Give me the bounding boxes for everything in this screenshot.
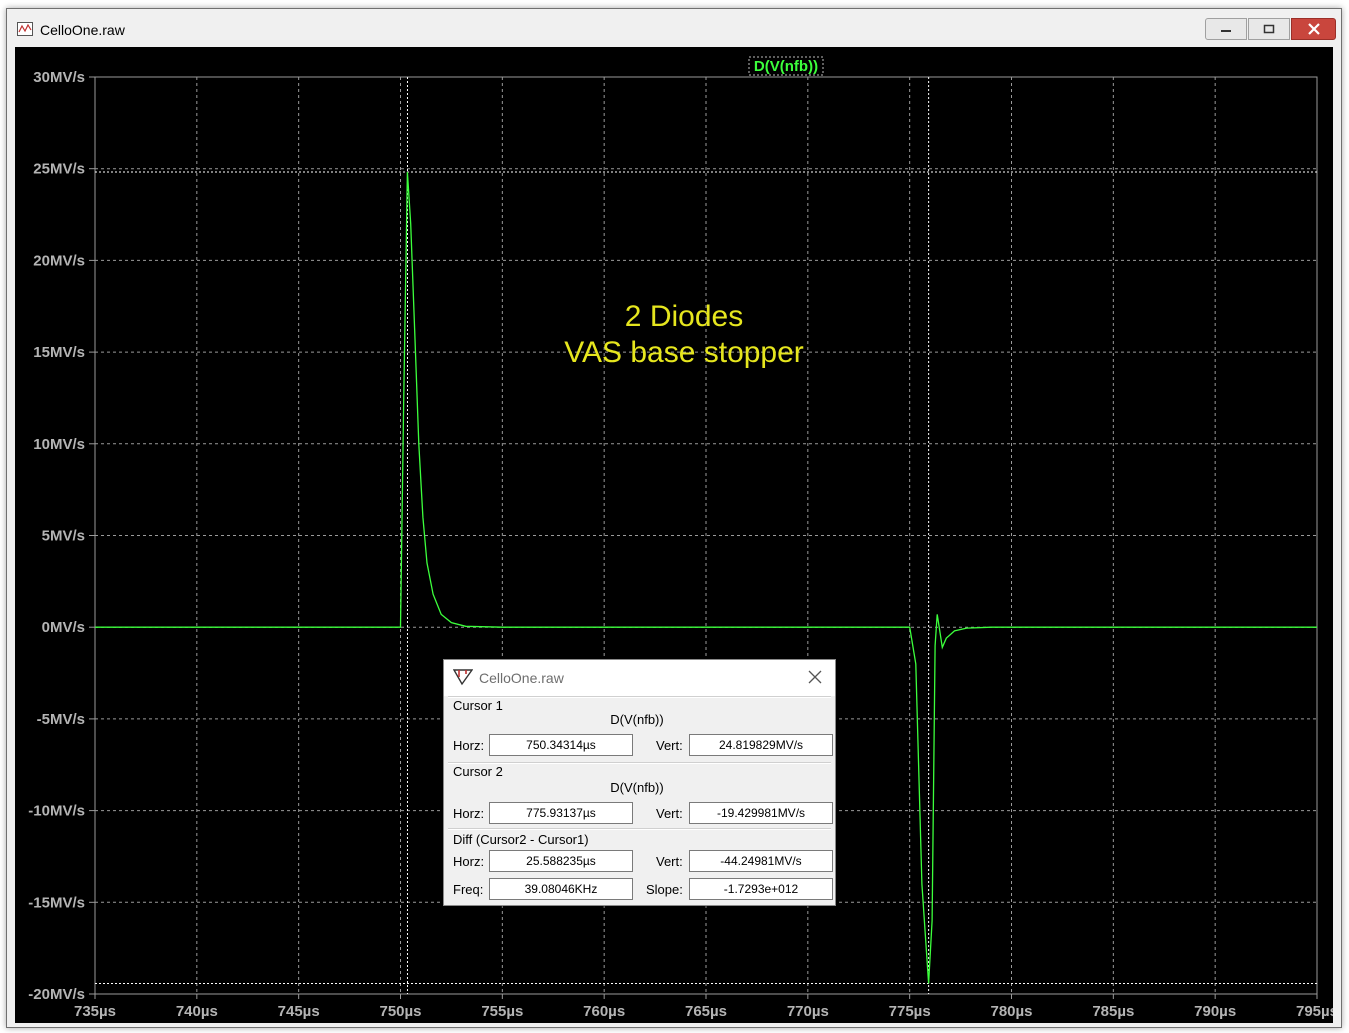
dialog-title: CelloOne.raw <box>479 670 564 686</box>
x-tick-label: 740µs <box>176 1003 218 1020</box>
cursor1-heading: Cursor 1 <box>453 698 503 713</box>
annotation-line-1: 2 Diodes <box>624 300 744 333</box>
x-tick-label: 790µs <box>1194 1003 1236 1020</box>
x-tick-label: 745µs <box>278 1003 320 1020</box>
x-tick-label: 750µs <box>379 1003 421 1020</box>
slope-field[interactable]: -1.7293e+012 <box>689 878 833 900</box>
title-bar[interactable]: CelloOne.raw <box>7 9 1341 47</box>
cursor2-vert-label: Vert: <box>656 806 683 821</box>
cursor1-vert-field[interactable]: 24.819829MV/s <box>689 734 833 756</box>
ltspice-icon <box>453 669 473 686</box>
y-tick-label: 30MV/s <box>33 69 85 86</box>
separator <box>448 696 831 698</box>
x-tick-label: 775µs <box>889 1003 931 1020</box>
x-tick-label: 795µs <box>1296 1003 1333 1020</box>
minimize-button[interactable] <box>1205 18 1247 40</box>
cursor-readout-dialog: CelloOne.raw Cursor 1 D(V(nfb)) Horz: 75… <box>443 659 836 906</box>
diff-vert-field[interactable]: -44.24981MV/s <box>689 850 833 872</box>
cursor2-vert-field[interactable]: -19.429981MV/s <box>689 802 833 824</box>
maximize-button[interactable] <box>1248 18 1290 40</box>
separator <box>448 828 831 830</box>
freq-field[interactable]: 39.08046KHz <box>489 878 633 900</box>
y-tick-label: -5MV/s <box>37 711 85 728</box>
slope-label: Slope: <box>646 882 683 897</box>
y-tick-label: -10MV/s <box>28 803 85 820</box>
cursor1-trace: D(V(nfb)) <box>610 712 664 727</box>
close-icon <box>1307 23 1320 35</box>
cursor2-horz-field[interactable]: 775.93137µs <box>489 802 633 824</box>
y-tick-label: 15MV/s <box>33 344 85 361</box>
dialog-title-bar[interactable]: CelloOne.raw <box>444 660 835 696</box>
window-title: CelloOne.raw <box>40 22 125 38</box>
dialog-close-icon[interactable] <box>806 668 824 686</box>
plot-annotation: 2 Diodes VAS base stopper <box>549 299 819 371</box>
y-tick-label: -15MV/s <box>28 894 85 911</box>
y-tick-label: 25MV/s <box>33 161 85 178</box>
diff-heading: Diff (Cursor2 - Cursor1) <box>453 832 589 847</box>
y-tick-label: 5MV/s <box>42 528 85 545</box>
x-tick-label: 760µs <box>583 1003 625 1020</box>
separator <box>448 762 831 764</box>
trace-label-group[interactable]: D(V(nfb)) <box>748 56 824 76</box>
cursor1-horz-label: Horz: <box>453 738 485 753</box>
x-tick-label: 755µs <box>481 1003 523 1020</box>
waveform-app-icon <box>17 22 33 36</box>
diff-horz-label: Horz: <box>453 854 485 869</box>
diff-vert-label: Vert: <box>656 854 683 869</box>
x-tick-label: 735µs <box>74 1003 116 1020</box>
cursor1-horz-field[interactable]: 750.34314µs <box>489 734 633 756</box>
cursor2-heading: Cursor 2 <box>453 764 503 779</box>
x-axis-ticks: 735µs 740µs 745µs 750µs 755µs 760µs 765µs 770µs… <box>74 994 1333 1020</box>
y-axis-ticks: 30MV/s 25MV/s 20MV/s 15MV/s 10MV/s 5MV/s 0MV/s… <box>28 69 95 1003</box>
y-tick-label: 10MV/s <box>33 436 85 453</box>
cursor2-horz-label: Horz: <box>453 806 485 821</box>
x-tick-label: 770µs <box>787 1003 829 1020</box>
close-button[interactable] <box>1291 18 1336 40</box>
annotation-line-2: VAS base stopper <box>564 336 804 369</box>
x-tick-label: 765µs <box>685 1003 727 1020</box>
trace-label[interactable]: D(V(nfb)) <box>754 58 818 75</box>
x-tick-label: 780µs <box>990 1003 1032 1020</box>
cursor2-trace: D(V(nfb)) <box>610 780 664 795</box>
diff-horz-field[interactable]: 25.588235µs <box>489 850 633 872</box>
minimize-icon <box>1221 30 1231 32</box>
y-tick-label: -20MV/s <box>28 986 85 1003</box>
x-tick-label: 785µs <box>1092 1003 1134 1020</box>
y-tick-label: 0MV/s <box>42 619 85 636</box>
y-tick-label: 20MV/s <box>33 252 85 269</box>
cursor1-vert-label: Vert: <box>656 738 683 753</box>
maximize-icon <box>1263 24 1275 34</box>
freq-label: Freq: <box>453 882 484 897</box>
